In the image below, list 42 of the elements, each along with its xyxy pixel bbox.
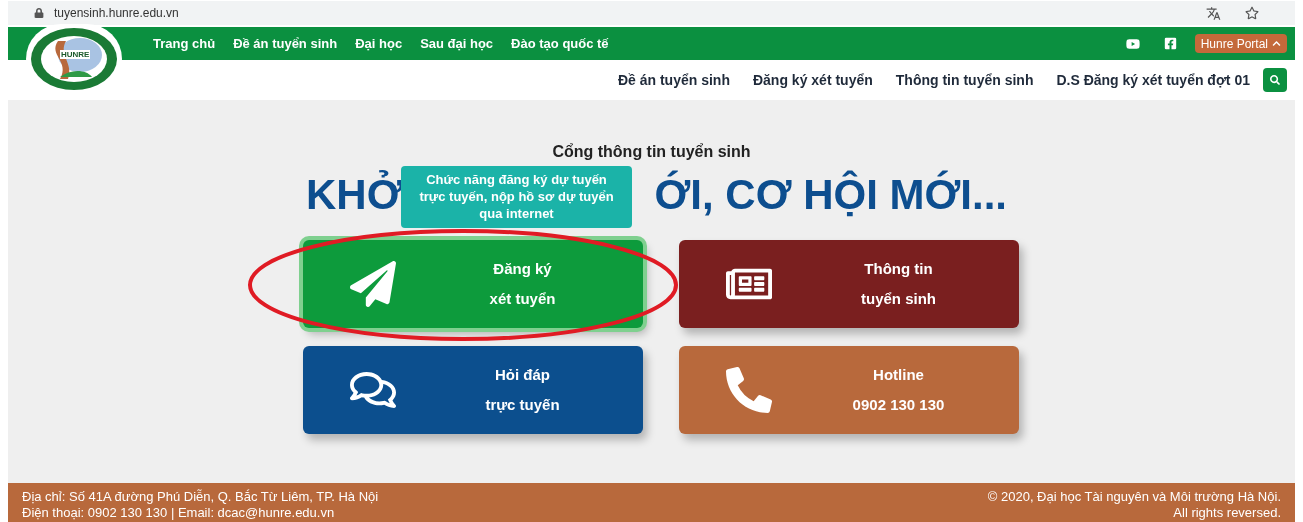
nav-link[interactable]: Đề án tuyển sinh bbox=[617, 69, 730, 91]
globe-emblem-icon bbox=[30, 27, 118, 91]
footer-text: © 2020, Đại học Tài nguyên và Môi trường Hà Nội. bbox=[987, 489, 1281, 505]
tile-label: Hotline bbox=[873, 365, 924, 385]
tile-label: tuyển sinh bbox=[861, 289, 936, 309]
nav-link[interactable]: D.S Đăng ký xét tuyển đợt 01 bbox=[1056, 69, 1250, 91]
tooltip: Chức năng đăng ký dự tuyến trực tuyến, nộp hồ sơ dự tuyển qua internet bbox=[401, 166, 632, 228]
tile-button[interactable]: Hỏi đáp trực tuyến bbox=[302, 346, 643, 434]
footer-text: Địa chỉ: Số 41A đường Phú Diễn, Q. Bắc Từ Liêm, TP. Hà Nội bbox=[22, 489, 379, 505]
tile-label: xét tuyển bbox=[489, 289, 556, 309]
footer-text: All rights reversed. bbox=[1173, 505, 1281, 521]
tile-label: Đăng ký bbox=[493, 259, 552, 279]
url-text[interactable]: tuyensinh.hunre.edu.vn bbox=[54, 4, 179, 22]
nav-link[interactable]: Đại học bbox=[355, 33, 403, 54]
tile-button[interactable]: Hotline 0902 130 130 bbox=[678, 346, 1019, 434]
chevron-up-icon bbox=[1272, 39, 1281, 48]
tile-label: Thông tin bbox=[864, 259, 933, 279]
nav-link[interactable]: Đề án tuyển sinh bbox=[233, 33, 338, 54]
nav-link[interactable]: Thông tin tuyển sinh bbox=[895, 69, 1034, 91]
phone-icon bbox=[725, 367, 772, 413]
search-button[interactable] bbox=[1263, 68, 1287, 92]
tile-label: Hỏi đáp bbox=[495, 365, 550, 385]
nav-link[interactable]: Trang chủ bbox=[153, 33, 216, 54]
tile-label: 0902 130 130 bbox=[852, 395, 945, 415]
headline: ỚI, CƠ HỘI MỚI... bbox=[654, 169, 1007, 220]
paper-plane-icon bbox=[349, 261, 396, 307]
facebook-icon[interactable] bbox=[1163, 37, 1177, 50]
nav-link[interactable]: Đào tạo quốc tế bbox=[511, 33, 609, 54]
lock-icon bbox=[34, 8, 44, 18]
translate-icon[interactable] bbox=[1206, 5, 1221, 21]
video-icon[interactable] bbox=[1125, 36, 1140, 51]
tile-button[interactable]: Thông tin tuyển sinh bbox=[678, 240, 1019, 328]
headline: KHỞ bbox=[306, 169, 403, 220]
portal-button[interactable]: Hunre Portal bbox=[1194, 34, 1287, 53]
star-icon[interactable] bbox=[1245, 6, 1259, 20]
footer-text: Điện thoại: 0902 130 130 | Email: dcac@hunre.edu.vn bbox=[22, 505, 336, 521]
nav-link[interactable]: Đăng ký xét tuyển bbox=[752, 69, 873, 91]
search-icon bbox=[1270, 75, 1280, 85]
logo-text: HUNRE bbox=[60, 50, 91, 59]
portal-title: Cổng thông tin tuyển sinh bbox=[552, 142, 751, 160]
nav-link[interactable]: Sau đại học bbox=[420, 33, 494, 54]
tile-label: trực tuyến bbox=[485, 395, 560, 415]
